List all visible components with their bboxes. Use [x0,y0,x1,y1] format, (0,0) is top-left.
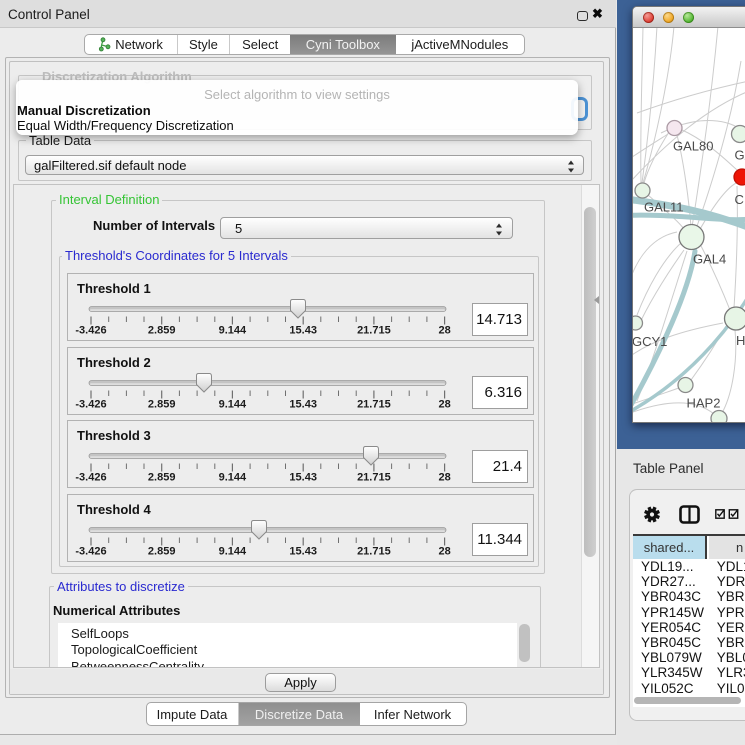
svg-text:28: 28 [438,325,450,337]
svg-text:21.715: 21.715 [357,472,391,484]
svg-text:Threshold 2: Threshold 2 [77,355,151,370]
svg-text:2.859: 2.859 [148,398,176,410]
svg-text:15.43: 15.43 [289,472,317,484]
svg-text:28: 28 [438,472,450,484]
svg-text:21.715: 21.715 [357,398,391,410]
svg-text:GA: GA [735,148,745,163]
svg-text:-3.426: -3.426 [75,398,106,410]
svg-text:15.43: 15.43 [289,325,317,337]
svg-text:H: H [736,333,745,348]
svg-text:Threshold 3: Threshold 3 [77,428,151,443]
svg-text:2.859: 2.859 [148,325,176,337]
svg-text:GAL4: GAL4 [693,252,726,267]
svg-text:2.859: 2.859 [148,472,176,484]
svg-text:21.715: 21.715 [357,545,391,557]
svg-text:28: 28 [438,398,450,410]
svg-text:GCY1: GCY1 [633,334,667,349]
svg-text:-3.426: -3.426 [75,545,106,557]
svg-text:21.715: 21.715 [357,325,391,337]
svg-text:2.859: 2.859 [148,545,176,557]
svg-text:9.144: 9.144 [219,398,247,410]
svg-text:GAL11: GAL11 [644,200,684,215]
svg-text:15.43: 15.43 [289,398,317,410]
svg-text:9.144: 9.144 [219,325,247,337]
svg-text:9.144: 9.144 [219,472,247,484]
svg-text:28: 28 [438,545,450,557]
svg-text:9.144: 9.144 [219,545,247,557]
svg-text:HAP2: HAP2 [687,396,721,411]
svg-text:-3.426: -3.426 [75,325,106,337]
svg-text:GAL80: GAL80 [673,139,713,154]
svg-text:Threshold 1: Threshold 1 [77,281,151,296]
svg-text:-3.426: -3.426 [75,472,106,484]
svg-text:Threshold 4: Threshold 4 [77,502,151,517]
svg-text:C: C [735,192,744,207]
svg-text:15.43: 15.43 [289,545,317,557]
